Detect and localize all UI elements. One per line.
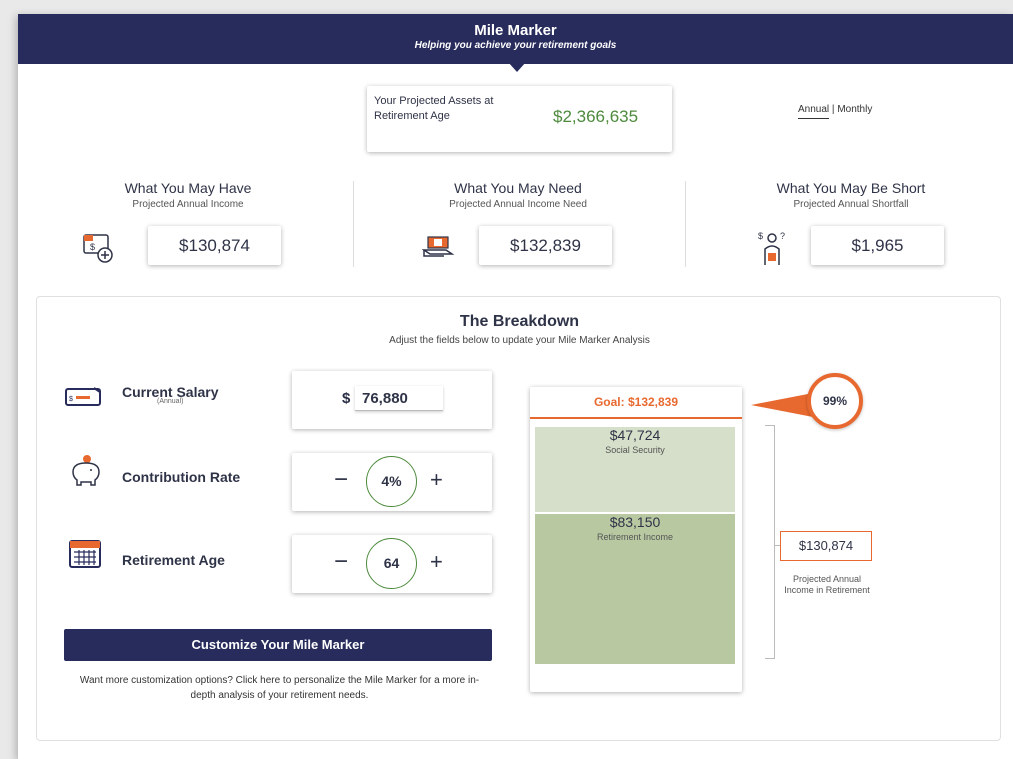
salary-currency: $ xyxy=(342,390,351,407)
contribution-increase-button[interactable]: + xyxy=(430,465,443,495)
calendar-icon xyxy=(68,537,102,576)
retirement-income-value: $83,150 xyxy=(609,514,661,530)
svg-text:?: ? xyxy=(780,231,785,241)
customize-button[interactable]: Customize Your Mile Marker xyxy=(64,629,492,661)
breakdown-panel: The Breakdown Adjust the fields below to… xyxy=(36,296,1001,741)
monthly-toggle[interactable]: Monthly xyxy=(837,104,872,115)
breakdown-title: The Breakdown xyxy=(459,313,580,330)
contribution-decrease-button[interactable]: − xyxy=(334,465,348,495)
need-icon xyxy=(421,234,456,267)
age-decrease-button[interactable]: − xyxy=(334,547,348,577)
column-divider xyxy=(353,181,354,267)
social-security-value: $47,724 xyxy=(609,427,661,443)
app-subtitle: Helping you achieve your retirement goal… xyxy=(414,40,617,51)
salary-input[interactable] xyxy=(355,386,443,411)
column-divider xyxy=(685,181,686,267)
contribution-value: 4% xyxy=(366,456,417,507)
may-be-short-column: What You May Be Short Projected Annual S… xyxy=(701,180,1001,210)
age-increase-button[interactable]: + xyxy=(430,547,443,577)
may-be-short-subtitle: Projected Annual Shortfall xyxy=(793,199,909,210)
projected-total-label: Projected Annual Income in Retirement xyxy=(784,574,870,595)
shortfall-icon: $? xyxy=(755,229,789,272)
salary-label-group: Current Salary (Annual) xyxy=(122,384,218,405)
retirement-income-block: $83,150 Retirement Income xyxy=(535,514,735,664)
may-need-value: $132,839 xyxy=(479,226,612,265)
salary-card: $ xyxy=(292,371,492,429)
salary-icon: $ xyxy=(64,384,104,415)
projected-assets-value: $2,366,635 xyxy=(553,107,639,126)
social-security-block: $47,724 Social Security xyxy=(535,427,735,512)
svg-text:$: $ xyxy=(90,242,95,252)
retirement-age-label: Retirement Age xyxy=(122,552,225,568)
period-toggle: Annual | Monthly xyxy=(798,104,872,119)
may-have-title: What You May Have xyxy=(124,180,252,196)
retirement-age-stepper: − 64 + xyxy=(292,535,492,593)
social-security-label: Social Security xyxy=(605,445,665,455)
goal-chart-card: Goal: $132,839 $47,724 Social Security $… xyxy=(530,387,742,692)
annual-toggle[interactable]: Annual xyxy=(798,104,830,119)
retirement-income-label: Retirement Income xyxy=(596,532,674,542)
app-title: Mile Marker xyxy=(474,22,557,39)
contribution-label: Contribution Rate xyxy=(122,469,241,485)
projected-total-value: $130,874 xyxy=(780,531,872,561)
may-need-column: What You May Need Projected Annual Incom… xyxy=(368,180,668,210)
header-pointer xyxy=(508,62,526,72)
svg-text:$: $ xyxy=(69,396,73,403)
projected-assets-card: Your Projected Assets at Retirement Age … xyxy=(367,86,672,152)
mile-marker-panel: Mile Marker Helping you achieve your ret… xyxy=(18,14,1013,759)
income-icon: $ xyxy=(81,232,117,269)
may-have-value: $130,874 xyxy=(148,226,281,265)
projected-bracket xyxy=(765,425,775,659)
svg-text:$: $ xyxy=(758,231,763,241)
projected-assets-label: Your Projected Assets at Retirement Age xyxy=(374,95,494,122)
goal-percent-badge: 99% xyxy=(807,373,863,429)
contribution-stepper: − 4% + xyxy=(292,453,492,511)
retirement-age-value: 64 xyxy=(366,538,417,589)
may-have-column: What You May Have Projected Annual Incom… xyxy=(38,180,338,210)
may-need-title: What You May Need xyxy=(454,180,582,196)
header-bar: Mile Marker Helping you achieve your ret… xyxy=(18,14,1013,64)
may-be-short-title: What You May Be Short xyxy=(776,180,926,196)
may-need-subtitle: Projected Annual Income Need xyxy=(449,199,587,210)
goal-label: Goal: $132,839 xyxy=(530,387,742,419)
customize-link-text[interactable]: Want more customization options? Click h… xyxy=(77,673,482,703)
breakdown-subtitle: Adjust the fields below to update your M… xyxy=(389,335,650,346)
period-separator: | xyxy=(831,104,835,115)
percent-pointer xyxy=(751,393,813,417)
may-have-subtitle: Projected Annual Income xyxy=(132,199,244,210)
piggy-bank-icon xyxy=(67,454,105,493)
may-be-short-value: $1,965 xyxy=(811,226,944,265)
